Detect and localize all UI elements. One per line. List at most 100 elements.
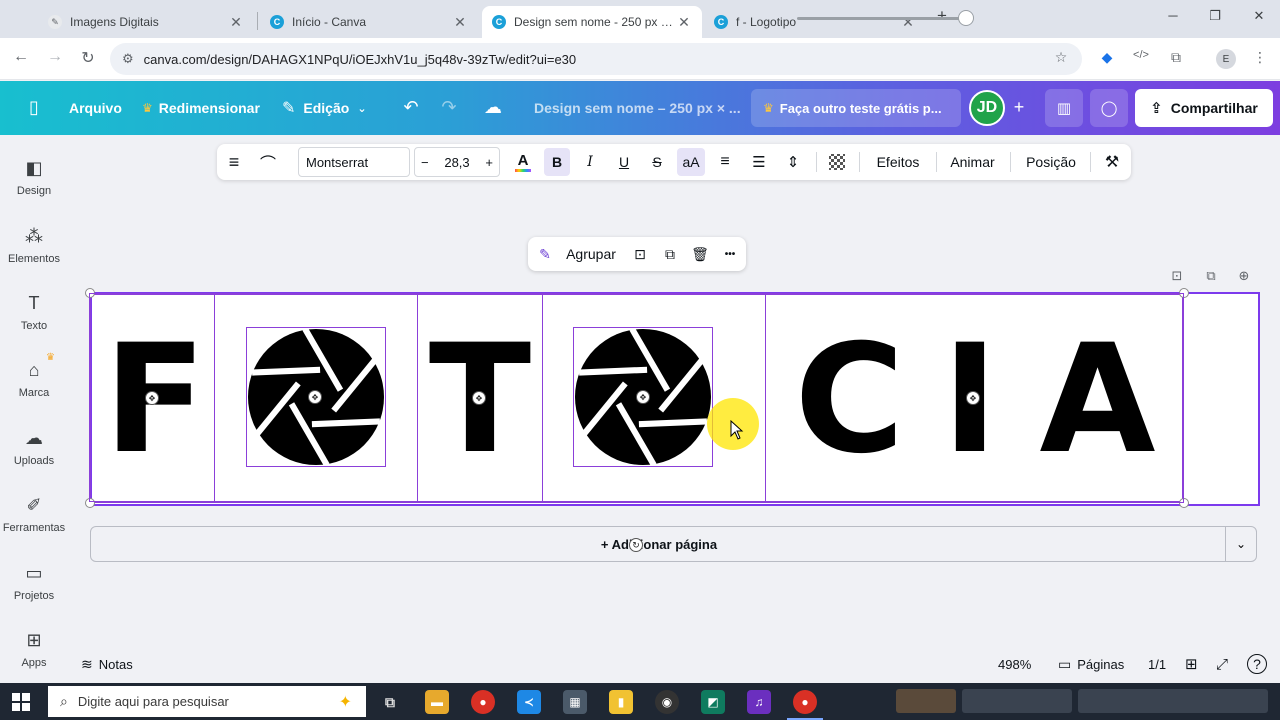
extensions-puzzle-icon[interactable]: ⧉: [1165, 49, 1187, 66]
user-avatar[interactable]: JD: [969, 90, 1005, 126]
editing-mode-button[interactable]: ✎ Edição ⌄: [282, 81, 367, 135]
duplicate-icon[interactable]: ⧉: [659, 237, 681, 271]
add-page-button[interactable]: + Adicionar página: [91, 527, 1227, 561]
paint-format-icon[interactable]: ⚒: [1101, 144, 1123, 180]
forward-icon[interactable]: →: [44, 48, 66, 66]
extension-code-icon[interactable]: </>: [1130, 49, 1152, 61]
vscode-icon[interactable]: ≺: [517, 690, 541, 714]
sidebar-item-brand[interactable]: ⌂ ♛ Marca: [0, 352, 68, 399]
line-weight-icon[interactable]: ≡: [223, 144, 245, 180]
decrease-size-button[interactable]: −: [421, 155, 429, 170]
sidebar-item-text[interactable]: T Texto: [0, 290, 68, 332]
text-curve-icon[interactable]: ⌒: [257, 144, 279, 180]
taskbar-search-input[interactable]: ⌕ Digite aqui para pesquisar ✦: [48, 686, 366, 717]
help-icon[interactable]: ?: [1247, 654, 1267, 674]
restore-icon[interactable]: ❐: [1205, 8, 1225, 24]
close-icon[interactable]: ✕: [676, 14, 692, 31]
underline-icon[interactable]: U: [612, 144, 636, 180]
trash-icon[interactable]: 🗑: [689, 237, 711, 271]
menu-dots-icon[interactable]: ⋮: [1249, 49, 1271, 66]
zoom-value[interactable]: 498%: [998, 646, 1031, 682]
task-view-icon[interactable]: ⧉: [378, 690, 402, 714]
profile-avatar[interactable]: E: [1216, 49, 1236, 69]
chrome-icon[interactable]: ●: [471, 690, 495, 714]
redo-icon[interactable]: ↷: [438, 97, 460, 118]
insights-chart-icon[interactable]: ▥: [1045, 89, 1083, 127]
app-icon[interactable]: ◩: [701, 690, 725, 714]
transparency-checker-icon[interactable]: [825, 144, 849, 180]
move-handle-icon[interactable]: ✥: [472, 391, 486, 405]
file-explorer-icon[interactable]: ▬: [425, 690, 449, 714]
sidebar-item-apps[interactable]: ⊞ Apps: [0, 627, 68, 669]
magic-wand-icon[interactable]: ✎: [534, 237, 556, 271]
letter-a[interactable]: A: [1020, 325, 1175, 475]
extension-tag-icon[interactable]: ◆: [1096, 49, 1118, 66]
chrome-icon[interactable]: ●: [793, 690, 817, 714]
increase-size-button[interactable]: +: [485, 155, 493, 170]
move-handle-icon[interactable]: ✥: [308, 390, 322, 404]
lock-icon[interactable]: ⊡: [629, 237, 651, 271]
windows-start-icon[interactable]: [12, 693, 30, 711]
font-size-stepper[interactable]: − 28,3 +: [414, 147, 500, 177]
sticky-notes-icon[interactable]: ▮: [609, 690, 633, 714]
site-info-icon[interactable]: ⚙: [122, 51, 134, 67]
cloud-saved-icon[interactable]: ☁: [482, 97, 504, 118]
sidebar-item-elements[interactable]: ⁂ Elementos: [0, 223, 68, 265]
move-handle-icon[interactable]: ✥: [636, 390, 650, 404]
strikethrough-icon[interactable]: S: [645, 144, 669, 180]
italic-icon[interactable]: I: [578, 144, 602, 180]
position-button[interactable]: Posição: [1020, 144, 1082, 180]
sidebar-item-projects[interactable]: ▭ Projetos: [0, 560, 68, 602]
invite-plus-icon[interactable]: +: [1008, 97, 1030, 118]
list-icon[interactable]: ☰: [747, 144, 771, 180]
calculator-icon[interactable]: ▦: [563, 690, 587, 714]
back-icon[interactable]: ←: [10, 48, 32, 66]
audio-app-icon[interactable]: ♫: [747, 690, 771, 714]
font-family-select[interactable]: Montserrat: [298, 147, 410, 177]
fullscreen-icon[interactable]: ⤢: [1216, 646, 1228, 682]
letter-c[interactable]: C: [782, 325, 917, 475]
undo-icon[interactable]: ↶: [400, 97, 422, 118]
chevron-down-icon[interactable]: ⌄: [1225, 527, 1256, 561]
move-handle-icon[interactable]: ✥: [966, 391, 980, 405]
file-menu-button[interactable]: Arquivo: [69, 81, 122, 135]
add-page-icon[interactable]: ⊕: [1234, 268, 1254, 284]
zoom-slider-handle[interactable]: [957, 10, 974, 26]
move-handle-icon[interactable]: ✥: [145, 391, 159, 405]
bold-icon[interactable]: B: [544, 148, 570, 176]
obs-icon[interactable]: ◉: [655, 690, 679, 714]
share-button[interactable]: ⇪ Compartilhar: [1135, 89, 1273, 127]
bookmark-star-icon[interactable]: ☆: [1050, 49, 1072, 66]
document-title[interactable]: Design sem nome – 250 px × ...: [534, 100, 741, 116]
minimize-icon[interactable]: ─: [1163, 8, 1183, 23]
comment-icon[interactable]: ◯: [1090, 89, 1128, 127]
align-center-icon[interactable]: ≡: [713, 144, 737, 180]
rotate-handle-icon[interactable]: ↻: [629, 538, 643, 552]
tab-design-sem-nome[interactable]: C Design sem nome - 250 px × 4 ✕: [482, 6, 702, 38]
reload-icon[interactable]: ↻: [77, 48, 99, 68]
sidebar-item-uploads[interactable]: ☁ Uploads: [0, 425, 68, 467]
close-window-icon[interactable]: ✕: [1249, 8, 1269, 24]
font-size-value[interactable]: 28,3: [444, 155, 469, 170]
tab-inicio-canva[interactable]: C Início - Canva ✕: [260, 6, 478, 38]
url-bar[interactable]: ⚙ canva.com/design/DAHAGX1NPqU/iOEJxhV1u…: [110, 43, 1082, 75]
pages-button[interactable]: ▭ Páginas: [1058, 646, 1124, 682]
close-icon[interactable]: ✕: [452, 14, 468, 31]
trial-button[interactable]: ♛ Faça outro teste grátis p...: [751, 89, 961, 127]
lock-page-icon[interactable]: ⊡: [1167, 268, 1187, 284]
grid-view-icon[interactable]: ⊞: [1185, 646, 1198, 682]
sidebar-toggle-icon[interactable]: ▯: [23, 97, 45, 118]
group-button[interactable]: Agrupar: [564, 237, 618, 271]
zoom-slider[interactable]: [797, 17, 973, 20]
sidebar-item-tools[interactable]: ✐ Ferramentas: [0, 492, 68, 534]
more-options-button[interactable]: •••: [719, 237, 741, 271]
sidebar-item-design[interactable]: ◧ Design: [0, 155, 68, 197]
animate-button[interactable]: Animar: [944, 144, 1001, 180]
notes-button[interactable]: ≋ Notas: [81, 646, 133, 682]
effects-button[interactable]: Efeitos: [869, 144, 927, 180]
resize-button[interactable]: ♛ Redimensionar: [142, 81, 260, 135]
tab-logotipo[interactable]: C f - Logotipo ✕: [704, 6, 926, 38]
new-tab-button[interactable]: +: [932, 6, 952, 26]
close-icon[interactable]: ✕: [228, 14, 244, 31]
tab-imagens-digitais[interactable]: ✎ Imagens Digitais ✕: [38, 6, 254, 38]
